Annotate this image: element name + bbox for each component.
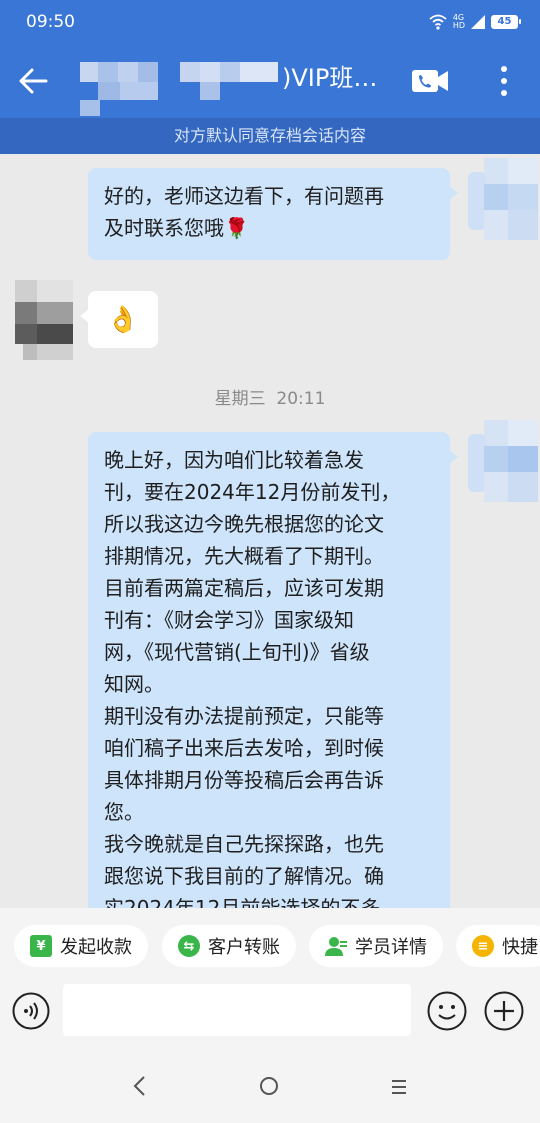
plus-icon[interactable] [484, 991, 524, 1031]
contact-name-redacted [80, 62, 278, 116]
quick-reply-icon: ≡ [472, 935, 494, 957]
message-bubble-incoming[interactable]: 👌 [80, 291, 158, 348]
collect-payment-button[interactable]: ¥ 发起收款 [14, 925, 148, 967]
app-bar: )VIP班… [0, 44, 540, 118]
message-line: 您。 [104, 800, 144, 824]
status-bar: 09:50 4G HD 45 [0, 0, 540, 44]
emoji-icon[interactable] [427, 991, 467, 1031]
nav-back-icon[interactable] [128, 1074, 152, 1098]
back-arrow-icon[interactable] [16, 64, 50, 98]
chat-area[interactable]: 好的，老师这边看下，有问题再 及时联系您哦🌹 👌 星期三 20:11 晚上好，因… [0, 154, 540, 908]
message-text-input[interactable] [63, 984, 411, 1036]
message-line: 咱们稿子出来后去发哈，到时候 [104, 736, 384, 760]
message-line: 排期情况，先大概看了下期刊。 [104, 544, 384, 568]
wifi-icon [429, 14, 447, 30]
message-line: 期刊没有办法提前预定，只能等 [104, 704, 384, 728]
message-line: 及时联系您哦🌹 [104, 216, 249, 240]
message-line: 知网。 [104, 672, 164, 696]
status-time: 09:50 [26, 12, 75, 32]
signal-icon [471, 15, 485, 29]
my-avatar[interactable] [468, 158, 538, 240]
message-line: 目前看两篇定稿后，应该可发期 [104, 576, 384, 600]
contact-avatar[interactable] [15, 280, 73, 360]
ok-hand-emoji: 👌 [106, 304, 140, 335]
network-type: 4G HD [452, 13, 465, 30]
quick-reply-button[interactable]: ≡ 快捷 [456, 925, 540, 967]
message-input-bar [0, 984, 540, 1050]
message-line: 网，《现代营销(上旬刊)》省级 [104, 640, 370, 664]
system-nav-bar [0, 1050, 540, 1123]
message-line: 刊，要在2024年12月份前发刊， [104, 480, 401, 504]
nav-menu-icon[interactable] [388, 1077, 410, 1097]
quick-actions-bar: ¥ 发起收款 ⇆ 客户转账 学员详情 ≡ 快捷 [0, 908, 540, 984]
nav-home-icon[interactable] [258, 1075, 280, 1097]
customer-transfer-button[interactable]: ⇆ 客户转账 [162, 925, 296, 967]
video-call-icon[interactable] [410, 66, 450, 96]
message-line: 刊有：《财会学习》国家级知 [104, 608, 354, 632]
message-line: 实2024年12月前能选择的不多 [104, 896, 381, 908]
message-line: 晚上好，因为咱们比较着急发 [104, 448, 364, 472]
battery-icon: 45 [491, 15, 521, 29]
status-icons: 4G HD 45 [429, 12, 521, 32]
message-bubble-outgoing[interactable]: 晚上好，因为咱们比较着急发 刊，要在2024年12月份前发刊， 所以我这边今晚先… [88, 432, 458, 908]
message-bubble-outgoing[interactable]: 好的，老师这边看下，有问题再 及时联系您哦🌹 [88, 168, 458, 260]
message-timestamp: 星期三 20:11 [214, 389, 326, 409]
message-line: 我今晚就是自己先探探路，也先 [104, 832, 384, 856]
message-line: 具体排期月份等投稿后会再告诉 [104, 768, 384, 792]
transfer-icon: ⇆ [178, 935, 200, 957]
archive-notice: 对方默认同意存档会话内容 [0, 118, 540, 154]
chat-title: )VIP班… [282, 64, 378, 92]
user-icon [325, 937, 347, 956]
my-avatar[interactable] [468, 420, 538, 502]
more-options-icon[interactable] [490, 64, 518, 98]
message-line: 跟您说下我目前的了解情况。确 [104, 864, 384, 888]
message-line: 所以我这边今晚先根据您的论文 [104, 512, 384, 536]
voice-input-icon[interactable] [12, 992, 50, 1030]
yuan-icon: ¥ [30, 935, 52, 957]
message-line: 好的，老师这边看下，有问题再 [104, 184, 384, 208]
student-details-button[interactable]: 学员详情 [309, 925, 443, 967]
